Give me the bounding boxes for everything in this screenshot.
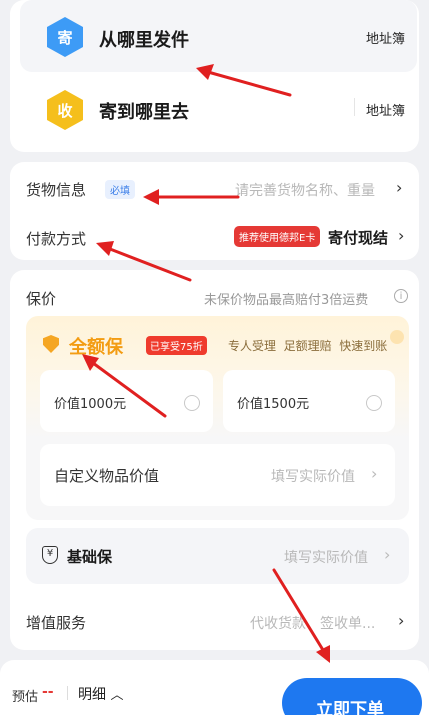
footer-divider (67, 686, 68, 700)
detail-label: 明细 (78, 687, 106, 703)
insurance-label: 保价 (26, 290, 57, 308)
chevron-right-icon: › (398, 226, 405, 245)
send-icon: 寄 (47, 17, 83, 57)
detail-toggle[interactable]: 明细 ︿ (78, 684, 123, 704)
value-option-label: 价值1000元 (54, 397, 127, 412)
value-added-hint: 代收货款、签收单... (250, 616, 376, 632)
info-icon[interactable]: i (394, 289, 408, 303)
option-radio[interactable] (366, 395, 382, 411)
chevron-right-icon: › (371, 464, 378, 483)
goods-label: 货物信息 (26, 181, 87, 199)
promo-badge: 推荐使用德邦E卡 (234, 226, 321, 247)
payment-value: 寄付现结 (328, 229, 389, 247)
discount-badge: 已享受75折 (146, 336, 207, 355)
goods-row[interactable]: 货物信息 必填 请完善货物名称、重量 › (10, 162, 419, 212)
selected-radio[interactable] (390, 330, 404, 344)
option-radio[interactable] (184, 395, 200, 411)
sender-title: 从哪里发件 (99, 30, 189, 51)
shipment-card: 货物信息 必填 请完善货物名称、重量 › 付款方式 推荐使用德邦E卡 寄付现结 … (10, 162, 419, 260)
value-added-row[interactable]: 增值服务 代收货款、签收单... › (10, 600, 419, 644)
full-coverage-title: 全额保 (69, 337, 123, 358)
shield-check-icon (43, 335, 59, 353)
payment-label: 付款方式 (26, 230, 87, 248)
submit-label: 立即下单 (316, 700, 384, 715)
receiver-title: 寄到哪里去 (99, 102, 189, 123)
receive-icon: 收 (47, 90, 83, 130)
payment-row[interactable]: 付款方式 推荐使用德邦E卡 寄付现结 › (10, 212, 419, 260)
value-option-label: 价值1500元 (237, 397, 310, 412)
estimate-label: 预估 (12, 690, 39, 705)
sender-row[interactable]: 寄 从哪里发件 地址簿 (20, 0, 417, 72)
footer-bar: 预估 -- 明细 ︿ 立即下单 (0, 660, 429, 715)
divider (354, 98, 355, 116)
full-coverage-slogan: 专人受理 足额理赔 快速到账 (228, 339, 388, 353)
chevron-right-icon: › (384, 545, 391, 564)
goods-placeholder: 请完善货物名称、重量 (235, 183, 375, 199)
basic-coverage-title: 基础保 (67, 548, 113, 566)
insurance-note: 未保价物品最高赔付3倍运费 (204, 293, 369, 308)
submit-order-button[interactable]: 立即下单 (282, 678, 422, 715)
chevron-up-icon: ︿ (110, 688, 124, 703)
receiver-row[interactable]: 收 寄到哪里去 地址簿 (20, 74, 417, 146)
custom-value-placeholder: 填写实际价值 (271, 469, 355, 485)
basic-coverage-row[interactable]: ¥ 基础保 填写实际价值 › (26, 528, 409, 584)
address-card: 寄 从哪里发件 地址簿 收 寄到哪里去 地址簿 (10, 0, 419, 152)
full-coverage-panel[interactable]: 全额保 已享受75折 专人受理 足额理赔 快速到账 价值1000元 价值1500… (26, 316, 409, 520)
custom-value-label: 自定义物品价值 (54, 467, 160, 485)
value-added-label: 增值服务 (26, 614, 87, 632)
receiver-address-book-link[interactable]: 地址簿 (366, 100, 405, 119)
custom-value-row[interactable]: 自定义物品价值 填写实际价值 › (40, 444, 395, 506)
value-option-1000[interactable]: 价值1000元 (40, 370, 213, 432)
yen-shield-icon: ¥ (42, 546, 58, 564)
basic-coverage-placeholder: 填写实际价值 (284, 550, 368, 566)
insurance-card: 保价 未保价物品最高赔付3倍运费 i 全额保 已享受75折 专人受理 足额理赔 … (10, 270, 419, 650)
value-option-1500[interactable]: 价值1500元 (223, 370, 395, 432)
required-tag: 必填 (105, 180, 135, 199)
chevron-right-icon: › (396, 178, 403, 197)
chevron-right-icon: › (398, 611, 405, 630)
sender-address-book-link[interactable]: 地址簿 (366, 28, 405, 47)
estimate-value: -- (42, 684, 54, 700)
